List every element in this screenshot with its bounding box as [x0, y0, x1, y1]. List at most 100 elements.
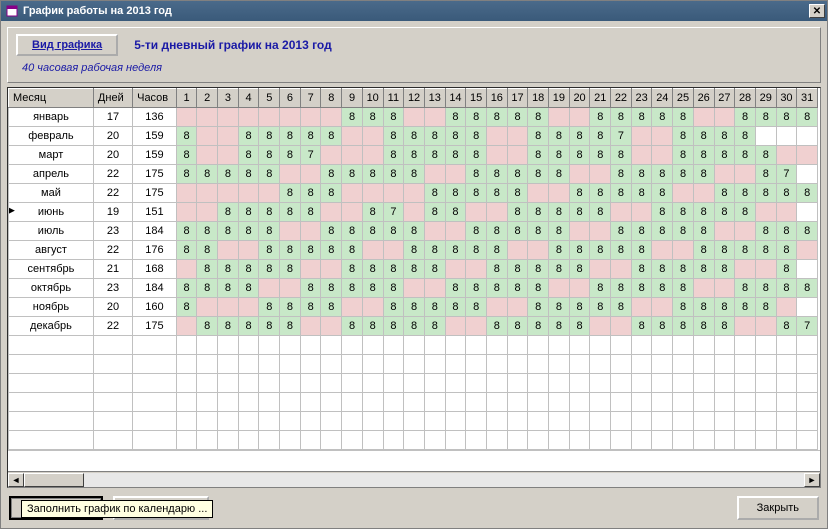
day-cell[interactable]: 8: [797, 108, 818, 127]
day-cell[interactable]: 8: [176, 146, 197, 165]
day-cell[interactable]: 8: [342, 222, 363, 241]
day-cell[interactable]: 8: [197, 222, 218, 241]
day-cell[interactable]: 8: [776, 108, 797, 127]
day-cell[interactable]: 8: [404, 127, 425, 146]
col-day-12[interactable]: 12: [404, 89, 425, 108]
day-cell[interactable]: 8: [569, 184, 590, 203]
table-row[interactable]: май22175888888888888888888: [9, 184, 818, 203]
day-cell[interactable]: 8: [383, 298, 404, 317]
day-cell[interactable]: 8: [486, 317, 507, 336]
day-cell[interactable]: 8: [197, 279, 218, 298]
day-cell[interactable]: 8: [714, 127, 735, 146]
day-cell[interactable]: [590, 165, 611, 184]
day-cell[interactable]: 8: [652, 279, 673, 298]
day-cell[interactable]: 8: [735, 127, 756, 146]
day-cell[interactable]: 8: [735, 279, 756, 298]
day-cell[interactable]: 8: [611, 298, 632, 317]
day-cell[interactable]: 8: [590, 184, 611, 203]
col-hours[interactable]: Часов: [133, 89, 177, 108]
day-cell[interactable]: 8: [404, 222, 425, 241]
day-cell[interactable]: [300, 222, 321, 241]
month-cell[interactable]: июнь: [9, 203, 94, 222]
day-cell[interactable]: [404, 203, 425, 222]
day-cell[interactable]: 8: [673, 260, 694, 279]
day-cell[interactable]: [176, 260, 197, 279]
day-cell[interactable]: 8: [486, 241, 507, 260]
day-cell[interactable]: 8: [714, 298, 735, 317]
day-cell[interactable]: 8: [693, 241, 714, 260]
days-cell[interactable]: 22: [93, 241, 132, 260]
hours-cell[interactable]: 159: [133, 146, 177, 165]
day-cell[interactable]: [693, 184, 714, 203]
table-row[interactable]: июль2318488888888888888888888888: [9, 222, 818, 241]
day-cell[interactable]: [197, 203, 218, 222]
day-cell[interactable]: 8: [569, 317, 590, 336]
day-cell[interactable]: 8: [631, 317, 652, 336]
day-cell[interactable]: [652, 127, 673, 146]
day-cell[interactable]: 8: [776, 279, 797, 298]
day-cell[interactable]: 8: [776, 241, 797, 260]
day-cell[interactable]: 8: [424, 184, 445, 203]
day-cell[interactable]: 8: [342, 260, 363, 279]
day-cell[interactable]: [652, 146, 673, 165]
month-cell[interactable]: март: [9, 146, 94, 165]
day-cell[interactable]: 8: [445, 184, 466, 203]
day-cell[interactable]: 8: [342, 279, 363, 298]
day-cell[interactable]: 8: [424, 127, 445, 146]
day-cell[interactable]: 8: [549, 298, 570, 317]
day-cell[interactable]: [486, 146, 507, 165]
day-cell[interactable]: 8: [693, 146, 714, 165]
day-cell[interactable]: 8: [652, 222, 673, 241]
day-cell[interactable]: 8: [735, 241, 756, 260]
day-cell[interactable]: 8: [590, 203, 611, 222]
fill-button[interactable]: Заполнить: [9, 496, 103, 520]
day-cell[interactable]: [383, 241, 404, 260]
hours-cell[interactable]: 176: [133, 241, 177, 260]
day-cell[interactable]: 8: [259, 222, 280, 241]
day-cell[interactable]: 8: [404, 260, 425, 279]
day-cell[interactable]: 8: [755, 108, 776, 127]
col-day-9[interactable]: 9: [342, 89, 363, 108]
day-cell[interactable]: [611, 317, 632, 336]
day-cell[interactable]: 8: [714, 260, 735, 279]
month-cell[interactable]: январь: [9, 108, 94, 127]
day-cell[interactable]: 8: [652, 108, 673, 127]
day-cell[interactable]: [176, 184, 197, 203]
day-cell[interactable]: [342, 203, 363, 222]
col-day-30[interactable]: 30: [776, 89, 797, 108]
day-cell[interactable]: [569, 222, 590, 241]
day-cell[interactable]: 8: [776, 260, 797, 279]
day-cell[interactable]: [218, 298, 239, 317]
day-cell[interactable]: 8: [445, 241, 466, 260]
day-cell[interactable]: [631, 127, 652, 146]
day-cell[interactable]: 8: [466, 241, 487, 260]
col-day-7[interactable]: 7: [300, 89, 321, 108]
day-cell[interactable]: 8: [652, 317, 673, 336]
month-cell[interactable]: апрель: [9, 165, 94, 184]
day-cell[interactable]: 8: [693, 127, 714, 146]
day-cell[interactable]: [714, 222, 735, 241]
day-cell[interactable]: [362, 127, 383, 146]
day-cell[interactable]: 8: [445, 127, 466, 146]
day-cell[interactable]: [321, 146, 342, 165]
day-cell[interactable]: 8: [466, 184, 487, 203]
day-cell[interactable]: 8: [321, 127, 342, 146]
day-cell[interactable]: 8: [673, 203, 694, 222]
day-cell[interactable]: 8: [238, 165, 259, 184]
table-row[interactable]: сентябрь21168888888888888888888888: [9, 260, 818, 279]
day-cell[interactable]: 8: [714, 203, 735, 222]
day-cell[interactable]: 8: [652, 260, 673, 279]
day-cell[interactable]: [259, 279, 280, 298]
table-row[interactable]: декабрь221758888888888888888888887: [9, 317, 818, 336]
hours-cell[interactable]: 160: [133, 298, 177, 317]
day-cell[interactable]: [797, 260, 818, 279]
col-days[interactable]: Дней: [93, 89, 132, 108]
day-cell[interactable]: 8: [569, 298, 590, 317]
day-cell[interactable]: 8: [300, 184, 321, 203]
day-cell[interactable]: [797, 241, 818, 260]
day-cell[interactable]: 8: [693, 260, 714, 279]
day-cell[interactable]: [342, 146, 363, 165]
day-cell[interactable]: 8: [362, 203, 383, 222]
day-cell[interactable]: 8: [611, 241, 632, 260]
col-day-29[interactable]: 29: [755, 89, 776, 108]
